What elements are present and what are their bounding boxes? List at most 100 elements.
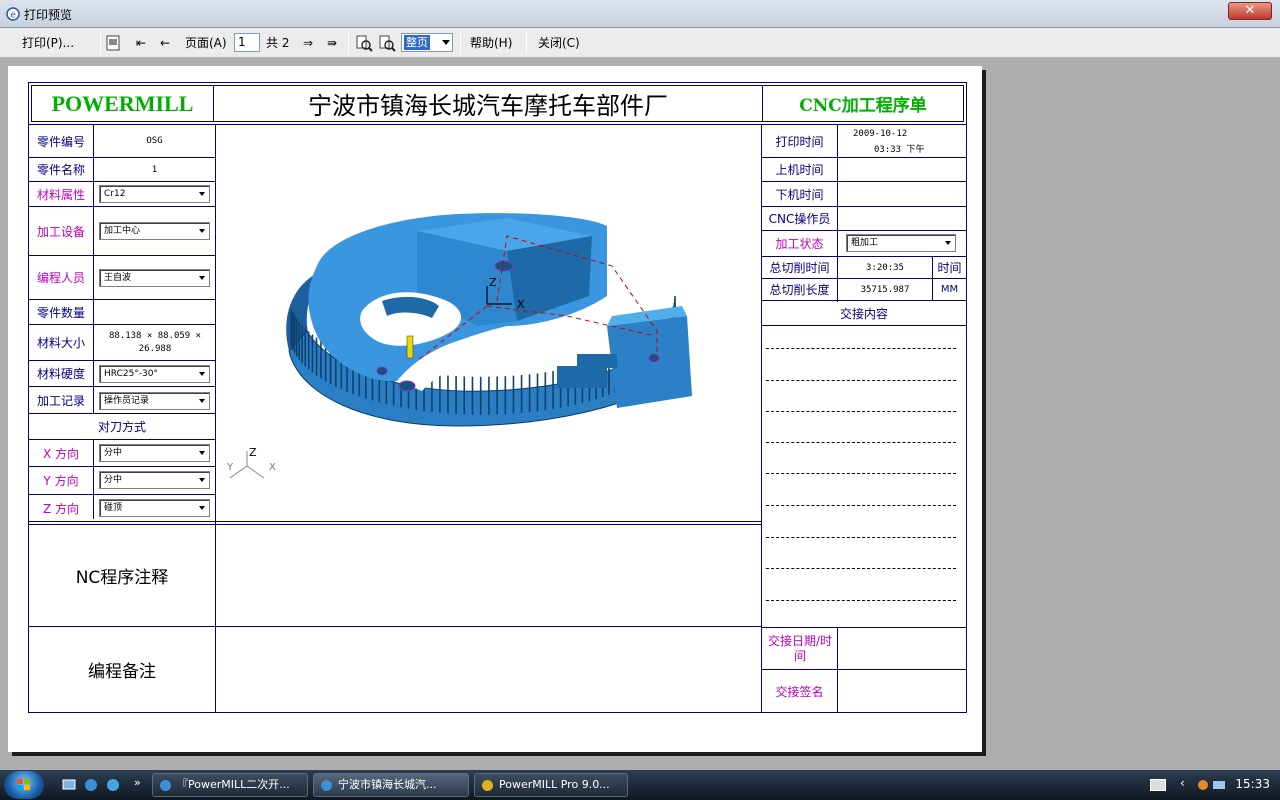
powermill-logo: POWERMILL xyxy=(51,90,194,116)
page-number-input[interactable]: 1 xyxy=(234,33,260,52)
first-page-icon[interactable]: ⇤ xyxy=(136,34,146,52)
part-name-value: 1 xyxy=(151,164,158,175)
qty-label: 零件数量 xyxy=(36,305,85,320)
help-button[interactable]: 帮助(H) xyxy=(470,34,512,52)
part-model-image: X Z Z X Y xyxy=(226,213,692,479)
toolbar: 打印(P)... ⇤ ← 页面(A) 1 共 2 ⇒ ⇛ 整页 帮助(H) 关闭… xyxy=(0,28,1280,58)
clock[interactable]: 15:33 xyxy=(1235,777,1270,791)
taskbar-item-2-label: 宁波市镇海长城汽... xyxy=(338,778,437,791)
hardness-label: 材料硬度 xyxy=(36,367,85,381)
total-cut-len-label: 总切削长度 xyxy=(769,283,830,297)
x-direction-select[interactable]: 分中 xyxy=(99,444,210,462)
handover-date-label: 交接日期/时间 xyxy=(767,633,833,663)
taskbar-item-2[interactable]: 宁波市镇海长城汽... xyxy=(313,773,469,797)
taskbar: » 『PowerMILL二次开... 宁波市镇海长城汽... PowerMILL… xyxy=(0,770,1280,800)
print-preview-app-icon: e xyxy=(6,7,20,21)
workplane-x-label: X xyxy=(517,298,525,311)
ie-icon[interactable] xyxy=(84,778,98,792)
status-label: 加工状态 xyxy=(775,237,824,251)
x-direction-label: X 方向 xyxy=(42,446,80,461)
show-desktop-icon[interactable] xyxy=(62,778,76,792)
chevron-down-icon xyxy=(199,506,205,510)
close-button[interactable]: 关闭(C) xyxy=(538,34,580,52)
programmer-select[interactable]: 王自波 xyxy=(99,269,210,287)
nc-comment-area[interactable] xyxy=(217,525,760,626)
prev-page-icon[interactable]: ← xyxy=(160,34,170,52)
zoom-in-icon[interactable] xyxy=(378,34,396,52)
ie-quicklaunch-icon[interactable] xyxy=(106,778,120,792)
chevron-down-icon xyxy=(199,399,205,403)
triad-z-label: Z xyxy=(249,446,257,459)
company-name: 宁波市镇海长城汽车摩托车部件厂 xyxy=(308,92,668,120)
taskbar-item-3-label: PowerMILL Pro 9.0... xyxy=(499,778,610,791)
taskbar-item-3[interactable]: PowerMILL Pro 9.0... xyxy=(474,773,628,797)
machine-label: 加工设备 xyxy=(36,224,85,239)
print-time-value: 03:33 下午 xyxy=(874,145,925,155)
chevron-down-icon xyxy=(199,451,205,455)
start-button[interactable] xyxy=(4,771,44,799)
off-time-label: 下机时间 xyxy=(775,187,824,202)
chevron-down-icon xyxy=(199,372,205,376)
material-label: 材料属性 xyxy=(36,187,85,202)
record-select[interactable]: 操作员记录 xyxy=(99,392,210,410)
total-cut-len-value: 35715.987 xyxy=(860,284,910,295)
quicklaunch-chevron-icon[interactable]: » xyxy=(134,776,141,789)
part-no-label: 零件编号 xyxy=(36,134,85,149)
machine-value: 加工中心 xyxy=(104,226,141,236)
messenger-icon[interactable] xyxy=(1196,778,1210,792)
taskbar-item-1[interactable]: 『PowerMILL二次开... xyxy=(152,773,308,797)
print-button[interactable]: 打印(P)... xyxy=(22,34,74,52)
time-unit-label: 时间 xyxy=(937,261,962,275)
hardness-select[interactable]: HRC25°-30° xyxy=(99,365,210,383)
print-date-value: 2009-10-12 xyxy=(853,129,908,139)
program-note-label: 编程备注 xyxy=(88,662,156,682)
zoom-out-icon[interactable] xyxy=(355,34,373,52)
size-value: 88.138 × 88.059 × 26.988 xyxy=(108,330,202,354)
total-pages: 共 2 xyxy=(266,36,290,50)
sheet-title: CNC加工程序单 xyxy=(799,96,927,116)
ie-icon xyxy=(160,780,171,791)
workplane-z-label: Z xyxy=(489,276,497,289)
keyboard-icon[interactable] xyxy=(1150,779,1166,791)
machine-select[interactable]: 加工中心 xyxy=(99,222,210,240)
status-select[interactable]: 粗加工 xyxy=(846,234,956,252)
windows-logo-icon xyxy=(17,779,30,790)
svg-text:e: e xyxy=(10,11,16,21)
z-direction-label: Z 方向 xyxy=(42,501,80,516)
next-page-icon[interactable]: ⇒ xyxy=(303,34,313,52)
total-cut-time-label: 总切削时间 xyxy=(769,261,830,275)
record-label: 加工记录 xyxy=(36,393,85,408)
title-bar: e 打印预览 ✕ xyxy=(0,0,1280,28)
record-value: 操作员记录 xyxy=(104,396,150,406)
network-icon[interactable] xyxy=(1212,778,1226,792)
print-page: POWERMILL 宁波市镇海长城汽车摩托车部件厂 CNC加工程序单 零件编号 … xyxy=(8,66,982,752)
handover-sign-label: 交接签名 xyxy=(775,684,824,699)
part-no-value: OSG xyxy=(146,136,163,146)
chevron-down-icon xyxy=(199,192,205,196)
size-label: 材料大小 xyxy=(36,336,85,350)
close-window-button[interactable]: ✕ xyxy=(1228,2,1272,20)
program-note-area[interactable] xyxy=(217,627,760,712)
material-select[interactable]: Cr12 xyxy=(99,185,210,203)
z-direction-value: 碰顶 xyxy=(104,503,123,513)
zoom-select[interactable]: 整页 xyxy=(401,33,453,52)
handover-label: 交接内容 xyxy=(839,306,888,321)
z-direction-select[interactable]: 碰顶 xyxy=(99,499,210,517)
chevron-down-icon xyxy=(199,478,205,482)
tray-expand-icon[interactable]: ‹ xyxy=(1180,776,1185,790)
qty-value xyxy=(94,300,215,324)
nc-comment-label: NC程序注释 xyxy=(75,568,169,588)
ie-icon xyxy=(321,780,332,791)
chevron-down-icon xyxy=(199,229,205,233)
chevron-down-icon xyxy=(945,241,951,245)
last-page-icon[interactable]: ⇛ xyxy=(327,34,337,52)
y-direction-select[interactable]: 分中 xyxy=(99,471,210,489)
triad-y-label: Y xyxy=(226,462,234,473)
total-cut-time-value: 3:20:35 xyxy=(866,262,904,273)
page-label: 页面(A) xyxy=(185,36,227,50)
triad-x-label: X xyxy=(269,462,276,473)
page-setup-icon[interactable] xyxy=(104,34,122,52)
print-time-label: 打印时间 xyxy=(775,134,824,149)
len-unit-label: MM xyxy=(940,284,959,295)
tool-setting-label: 对刀方式 xyxy=(29,414,215,439)
